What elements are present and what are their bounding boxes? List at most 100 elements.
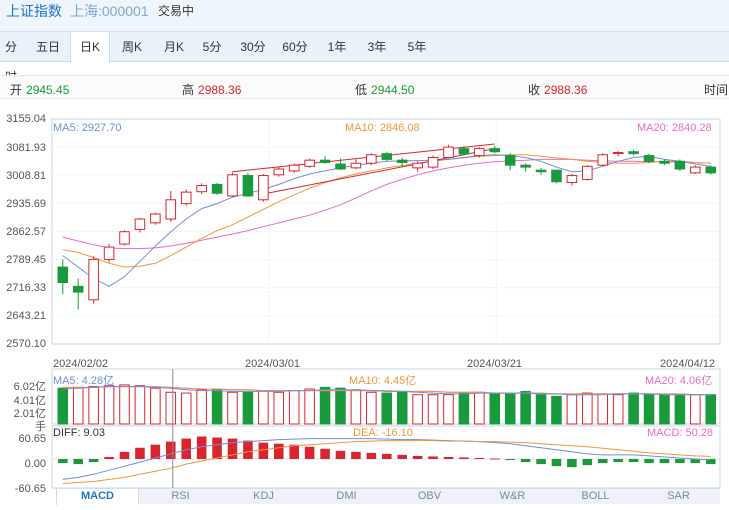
volume-bar [103,385,115,425]
volume-bar [458,392,470,425]
macd-bar [289,444,299,459]
ma5-label: MA5: 2927.70 [53,122,122,134]
indicator-tabs: MACD RSI KDJ DMI OBV W&R BOLL SAR [56,488,720,505]
price-tick: 3008.81 [6,170,46,182]
volume-unit: 手 [35,421,46,433]
macd-bar [474,457,485,459]
volume-bar [227,391,238,425]
vol-ma20-label: MA20: 4.06亿 [645,375,713,387]
volume-bar [504,392,516,425]
volume-bar [381,392,393,425]
macd-bar [381,453,392,459]
date-label: 2024/04/12 [660,358,716,370]
macd-bar [73,459,84,465]
tab-boll[interactable]: BOLL [554,489,637,505]
vol-ma10-label: MA10: 4.45亿 [349,375,417,387]
volume-bar [57,387,69,425]
date-label: 2024/02/02 [53,358,109,370]
candle-body [551,169,562,183]
price-tick: 3155.04 [6,113,46,125]
candle-body [319,159,331,163]
macd-bar [536,459,546,465]
price-tick: 2570.10 [6,338,46,350]
tab-dmi[interactable]: DMI [305,489,388,505]
volume-bar [273,391,285,425]
candle-body [335,163,346,170]
macd-bar [212,437,222,459]
candle-body [288,164,300,172]
macd-tick: 0.00 [24,458,46,470]
tab-kdj[interactable]: KDJ [222,489,305,505]
macd-bar [597,459,608,464]
macd-bar [351,451,361,459]
tab-sar[interactable]: SAR [637,489,720,505]
candle-body [72,285,84,293]
tab-rsi[interactable]: RSI [139,489,222,505]
volume-bar [366,391,377,425]
volume-bar [690,394,701,425]
volume-bar [119,384,130,425]
candle-body [227,174,238,197]
volume-bar [705,394,717,425]
macd-bar [412,455,423,459]
macd-bar [304,446,315,459]
volume-bar [551,395,562,425]
ma10-label: MA10: 2846.08 [345,122,420,134]
macd-bar [166,441,176,459]
candle-body [535,169,547,173]
tab-wr[interactable]: W&R [471,489,554,505]
macd-diff-label: DIFF: 9.03 [53,427,105,439]
volume-bar [427,394,439,425]
price-tick: 2862.57 [6,226,46,238]
candle-body [258,175,269,201]
volume-bar [211,389,223,425]
vol-ma5-label: MA5: 4.28亿 [53,375,115,387]
volume-bar [566,394,578,425]
candle-body [350,162,362,169]
candle-body [196,185,207,193]
macd-bar [273,443,284,459]
volume-bar [88,386,99,425]
macd-tick: 60.65 [18,433,46,445]
candle-body [690,166,701,174]
candle-body [612,151,624,154]
price-tick: 2716.33 [6,282,46,294]
candle-body [659,160,670,164]
candle-body [643,155,655,162]
ma20-label: MA20: 2840.28 [637,122,712,134]
tab-macd[interactable]: MACD [56,489,139,505]
volume-bar [396,390,408,425]
candle-body [381,153,393,160]
macd-bar [243,440,253,459]
macd-bar [628,459,639,463]
candle-body [304,159,315,167]
candle-body [474,148,485,157]
macd-bar [335,450,346,459]
candle-body [150,213,161,224]
volume-bar [196,389,207,425]
volume-bar [288,390,300,425]
candle-body [705,166,717,174]
volume-bar [134,385,146,425]
price-tick: 2643.21 [6,310,46,322]
macd-value-label: MACD: 50.28 [647,427,714,439]
tab-obv[interactable]: OBV [388,489,471,505]
macd-bar [489,458,500,460]
volume-bar [520,390,531,425]
macd-bar [520,459,531,463]
price-tick: 3081.93 [6,142,46,154]
price-tick: 2935.69 [6,198,46,210]
candle-body [88,258,99,301]
volume-bar [489,392,501,425]
candle-body [443,146,454,158]
volume-bar [582,392,593,425]
volume-bar [535,394,547,425]
candle-body [504,155,516,166]
macd-bar [135,447,145,459]
macd-bar [320,448,330,459]
macd-bar [443,456,454,459]
macd-bar [258,442,269,459]
candle-body [119,231,130,245]
date-label: 2024/03/21 [467,358,523,370]
candle-body [628,151,639,155]
